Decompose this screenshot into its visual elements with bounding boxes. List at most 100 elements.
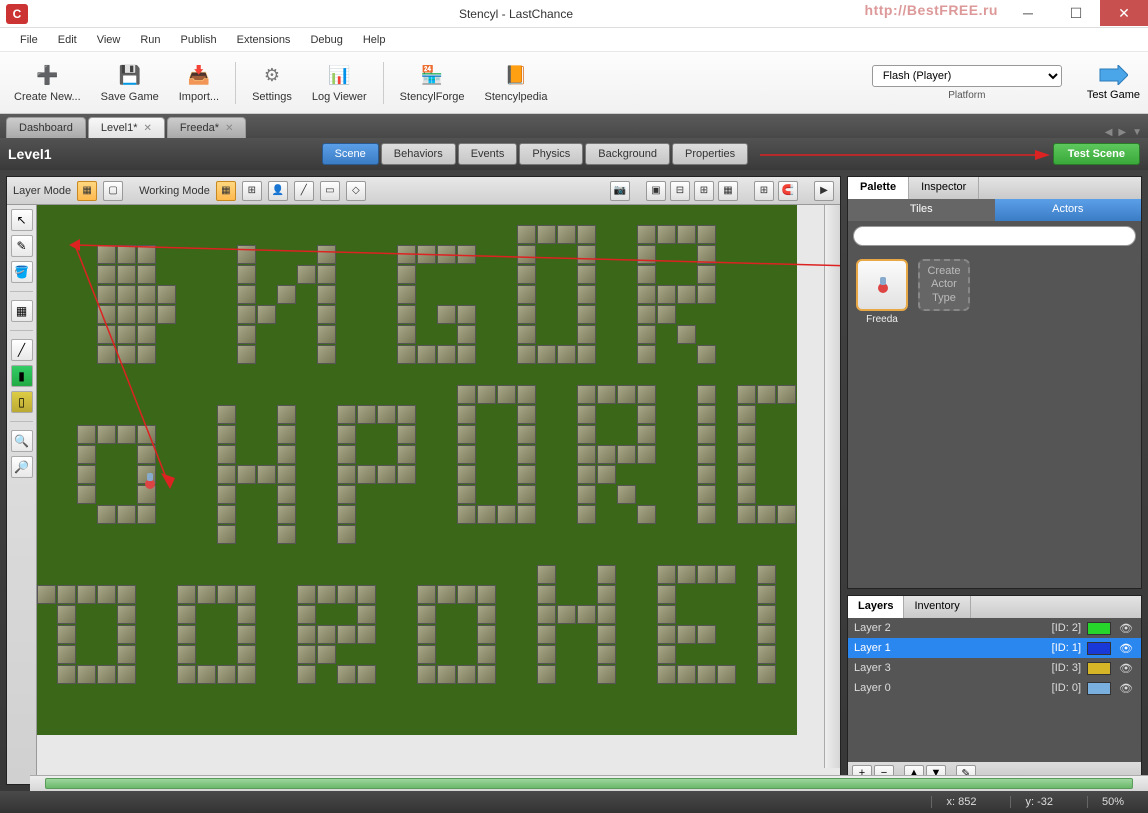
tile[interactable] [457, 425, 476, 444]
actors-subtab[interactable]: Actors [995, 199, 1142, 221]
tile[interactable] [637, 505, 656, 524]
test-scene-button[interactable]: Test Scene [1053, 143, 1140, 165]
tile[interactable] [457, 505, 476, 524]
layer-mode-fill-button[interactable]: ▦ [77, 181, 97, 201]
tile[interactable] [657, 305, 676, 324]
tile[interactable] [597, 465, 616, 484]
tile[interactable] [617, 445, 636, 464]
tile[interactable] [417, 585, 436, 604]
tile[interactable] [137, 445, 156, 464]
tab-dashboard[interactable]: Dashboard [6, 117, 86, 138]
menu-debug[interactable]: Debug [300, 31, 352, 49]
maximize-button[interactable]: ☐ [1052, 0, 1100, 26]
tile[interactable] [477, 645, 496, 664]
tile[interactable] [417, 245, 436, 264]
tile[interactable] [737, 405, 756, 424]
tile[interactable] [117, 325, 136, 344]
tile[interactable] [577, 345, 596, 364]
tile[interactable] [97, 245, 116, 264]
tile[interactable] [617, 385, 636, 404]
tile[interactable] [657, 225, 676, 244]
tile[interactable] [477, 625, 496, 644]
tile[interactable] [137, 265, 156, 284]
tile[interactable] [417, 645, 436, 664]
tile[interactable] [197, 665, 216, 684]
tile[interactable] [117, 505, 136, 524]
tile[interactable] [537, 665, 556, 684]
working-mode-grid-button[interactable]: ⊞ [242, 181, 262, 201]
tile[interactable] [397, 265, 416, 284]
tile[interactable] [577, 245, 596, 264]
tile[interactable] [457, 245, 476, 264]
tile[interactable] [117, 665, 136, 684]
tile[interactable] [277, 525, 296, 544]
tile[interactable] [697, 285, 716, 304]
inspector-tab[interactable]: Inspector [909, 177, 979, 199]
tile[interactable] [337, 665, 356, 684]
tile[interactable] [237, 645, 256, 664]
tile[interactable] [277, 505, 296, 524]
tile[interactable] [557, 605, 576, 624]
settings-button[interactable]: ⚙Settings [246, 60, 298, 106]
tile[interactable] [397, 425, 416, 444]
tile[interactable] [77, 665, 96, 684]
tile[interactable] [577, 445, 596, 464]
tile[interactable] [297, 265, 316, 284]
zoom-out-tool[interactable]: 🔎 [11, 456, 33, 478]
tile[interactable] [517, 425, 536, 444]
tile[interactable] [57, 585, 76, 604]
tile[interactable] [97, 285, 116, 304]
tile[interactable] [657, 585, 676, 604]
tile[interactable] [137, 425, 156, 444]
working-mode-tiles-button[interactable]: ▦ [216, 181, 236, 201]
tile[interactable] [517, 265, 536, 284]
line-tool[interactable]: ╱ [11, 339, 33, 361]
tile[interactable] [317, 585, 336, 604]
tile[interactable] [757, 585, 776, 604]
menu-file[interactable]: File [10, 31, 48, 49]
menu-run[interactable]: Run [130, 31, 170, 49]
visibility-icon[interactable]: 👁 [1117, 642, 1135, 655]
tile[interactable] [237, 285, 256, 304]
tile[interactable] [377, 465, 396, 484]
tile[interactable] [517, 485, 536, 504]
tile[interactable] [537, 625, 556, 644]
tile[interactable] [657, 645, 676, 664]
tile[interactable] [437, 345, 456, 364]
tile[interactable] [217, 585, 236, 604]
tile[interactable] [577, 465, 596, 484]
tile[interactable] [537, 605, 556, 624]
tile[interactable] [397, 405, 416, 424]
tile[interactable] [97, 305, 116, 324]
visibility-icon[interactable]: 👁 [1117, 682, 1135, 695]
horizontal-scrollbar[interactable] [30, 775, 1148, 791]
tile[interactable] [277, 445, 296, 464]
rect-tool[interactable]: ▮ [11, 365, 33, 387]
tile[interactable] [317, 345, 336, 364]
inventory-tab[interactable]: Inventory [904, 596, 970, 618]
tile[interactable] [637, 325, 656, 344]
tile[interactable] [717, 565, 736, 584]
tile[interactable] [577, 385, 596, 404]
tile[interactable] [197, 585, 216, 604]
layer-row[interactable]: Layer 1[ID: 1]👁 [848, 638, 1141, 658]
tile[interactable] [97, 505, 116, 524]
tile[interactable] [257, 305, 276, 324]
tile[interactable] [137, 305, 156, 324]
tile[interactable] [657, 285, 676, 304]
layer-color-swatch[interactable] [1087, 662, 1111, 675]
tile[interactable] [517, 405, 536, 424]
tile[interactable] [697, 245, 716, 264]
tab-background[interactable]: Background [585, 143, 670, 165]
tile[interactable] [597, 665, 616, 684]
tile[interactable] [697, 345, 716, 364]
tile[interactable] [697, 265, 716, 284]
tile[interactable] [437, 665, 456, 684]
tile[interactable] [157, 305, 176, 324]
tile[interactable] [277, 425, 296, 444]
tile[interactable] [637, 345, 656, 364]
working-mode-joints-button[interactable]: ╱ [294, 181, 314, 201]
tile[interactable] [97, 265, 116, 284]
tile[interactable] [637, 305, 656, 324]
tile[interactable] [577, 305, 596, 324]
